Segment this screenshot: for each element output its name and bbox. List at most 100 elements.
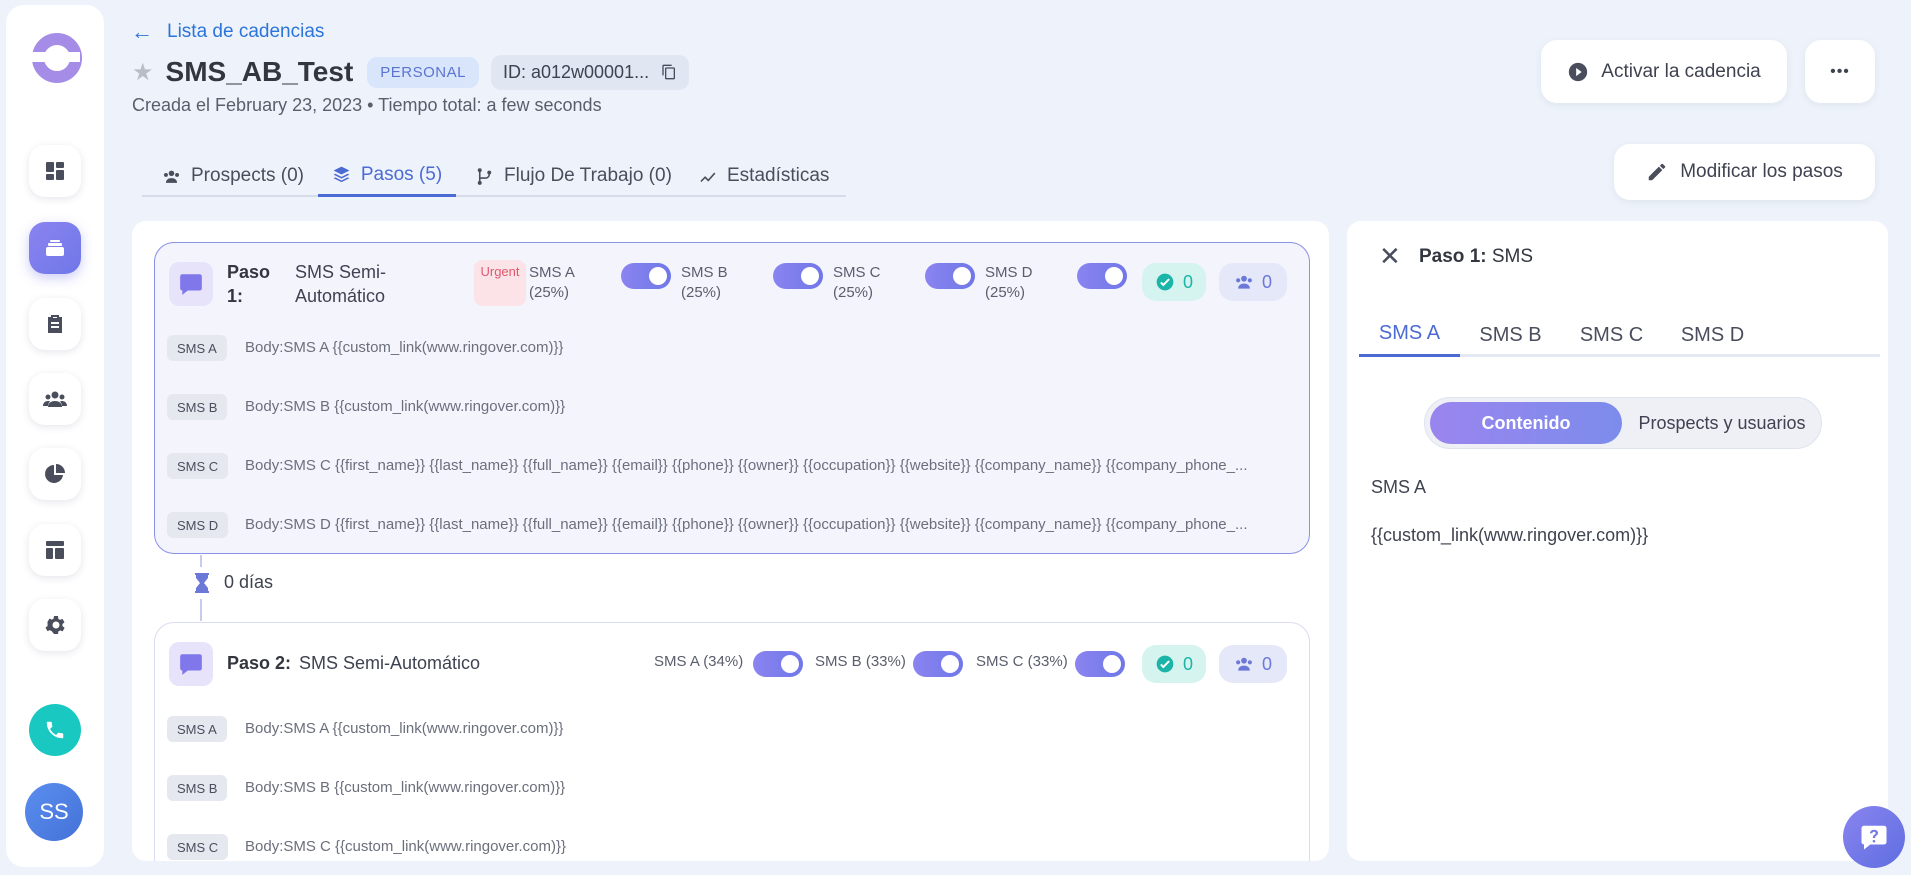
- variant-label: SMS C (33%): [976, 653, 1068, 670]
- variant-toggle-sms-a[interactable]: [621, 263, 671, 289]
- hourglass-icon: [195, 572, 209, 593]
- step-label-word: Paso: [227, 262, 271, 282]
- step-name-line1: SMS Semi-: [295, 262, 387, 282]
- sms-body: Body:SMS A {{custom_link(www.ringover.co…: [245, 339, 564, 356]
- copy-icon[interactable]: [661, 64, 677, 80]
- people-icon: [1236, 657, 1252, 671]
- variant-toggle-sms-d[interactable]: [1077, 263, 1127, 289]
- branch-icon: [477, 167, 492, 185]
- variant-toggle-sms-b[interactable]: [773, 263, 823, 289]
- help-chat-icon[interactable]: [1843, 806, 1905, 868]
- trend-icon: [700, 172, 716, 182]
- id-box: ID: a012w00001...: [490, 54, 690, 90]
- app-logo[interactable]: [30, 33, 82, 83]
- variant-toggle-sms-b[interactable]: [913, 651, 963, 677]
- step-card-2[interactable]: Paso 2: SMS Semi-Automático SMS A (34%) …: [154, 622, 1310, 861]
- sms-body: Body:SMS B {{custom_link(www.ringover.co…: [245, 779, 566, 796]
- prospects-count: 0: [1261, 653, 1272, 674]
- step-label: Paso 1:: [227, 260, 270, 308]
- tab-workflow[interactable]: Flujo De Trabajo (0): [475, 155, 672, 197]
- variant-toggle-sms-c[interactable]: [925, 263, 975, 289]
- sidebar: SS: [6, 5, 104, 867]
- variant-label: SMS A (25%): [529, 263, 575, 303]
- modify-steps-button[interactable]: Modificar los pasos: [1614, 144, 1875, 200]
- cadences-icon[interactable]: [29, 222, 81, 274]
- urgent-badge: Urgent: [474, 260, 526, 306]
- variant-tabs: SMS A SMS B SMS C SMS D: [1359, 313, 1880, 357]
- tasks-icon[interactable]: [29, 298, 81, 350]
- panel-title: Paso 1: SMS: [1419, 246, 1533, 268]
- avatar[interactable]: SS: [25, 783, 83, 841]
- templates-icon[interactable]: [29, 524, 81, 576]
- more-icon: •••: [1830, 62, 1850, 80]
- sms-chip: SMS B: [167, 394, 228, 420]
- page-title: SMS_AB_Test: [165, 56, 354, 87]
- variant-label: SMS D (25%): [985, 263, 1033, 303]
- connector-line: [200, 555, 202, 567]
- sms-chip: SMS B: [167, 775, 228, 801]
- people-icon: [163, 170, 180, 183]
- tab-label: Estadísticas: [727, 165, 830, 186]
- tab-sms-d[interactable]: SMS D: [1662, 313, 1763, 357]
- sms-body: Body:SMS C {{first_name}} {{last_name}} …: [245, 457, 1248, 474]
- arrow-left-icon: ←: [131, 19, 153, 44]
- id-label: ID: a012w00001...: [502, 61, 650, 82]
- sms-content-body: {{custom_link(www.ringover.com)}}: [1371, 525, 1649, 545]
- cadence-tabs: Prospects (0) Pasos (5) Flujo De Trabajo…: [142, 155, 846, 197]
- delay-indicator: 0 días: [194, 572, 273, 593]
- delay-label: 0 días: [224, 572, 274, 592]
- sms-chip: SMS C: [167, 834, 229, 860]
- more-options-button[interactable]: •••: [1805, 40, 1875, 103]
- completed-counter: 0: [1142, 263, 1206, 301]
- step-label-number: 1:: [227, 286, 244, 306]
- tab-sms-c[interactable]: SMS C: [1561, 313, 1662, 357]
- activate-cadence-button[interactable]: Activar la cadencia: [1541, 40, 1787, 103]
- settings-icon[interactable]: [29, 599, 81, 651]
- tab-sms-b[interactable]: SMS B: [1460, 313, 1561, 357]
- variant-name: SMS C: [833, 264, 881, 281]
- personal-badge: PERSONAL: [367, 56, 479, 88]
- step-name: SMS Semi-Automático: [299, 653, 481, 673]
- sms-body: Body:SMS A {{custom_link(www.ringover.co…: [245, 720, 564, 737]
- variant-name: SMS D: [985, 264, 1033, 281]
- people-icon[interactable]: [29, 373, 81, 425]
- tab-steps[interactable]: Pasos (5): [318, 155, 456, 197]
- tab-statistics[interactable]: Estadísticas: [698, 155, 829, 197]
- step-name-line2: Automático: [295, 286, 386, 306]
- sms-body: Body:SMS B {{custom_link(www.ringover.co…: [245, 398, 566, 415]
- variant-name: SMS A: [529, 264, 575, 281]
- message-icon: [169, 262, 213, 306]
- step-card-1[interactable]: Paso 1: SMS Semi- Automático Urgent SMS …: [154, 242, 1310, 554]
- variant-pct: (25%): [985, 284, 1026, 301]
- sms-chip: SMS A: [167, 335, 227, 361]
- check-circle-icon: [1156, 655, 1174, 673]
- prospects-count: 0: [1261, 271, 1272, 292]
- segment-prospects-users[interactable]: Prospects y usuarios: [1625, 402, 1819, 444]
- completed-count: 0: [1182, 653, 1193, 674]
- step-name: SMS Semi- Automático: [295, 260, 386, 308]
- variant-pct: (25%): [529, 284, 570, 301]
- back-link[interactable]: ← Lista de cadencias: [131, 21, 324, 43]
- title-row: ★ SMS_AB_Test PERSONAL ID: a012w00001...: [132, 54, 690, 90]
- variant-toggle-sms-a[interactable]: [753, 651, 803, 677]
- sms-chip: SMS C: [167, 453, 229, 479]
- tab-prospects[interactable]: Prospects (0): [162, 155, 304, 197]
- phone-icon[interactable]: [29, 704, 81, 756]
- segment-content[interactable]: Contenido: [1430, 402, 1622, 444]
- steps-panel: Paso 1: SMS Semi- Automático Urgent SMS …: [132, 221, 1329, 861]
- dashboard-icon[interactable]: [29, 145, 81, 197]
- tab-sms-a[interactable]: SMS A: [1359, 313, 1460, 357]
- check-circle-icon: [1156, 273, 1174, 291]
- close-icon[interactable]: ✕: [1379, 243, 1401, 269]
- star-icon[interactable]: ★: [132, 58, 154, 87]
- activate-cadence-label: Activar la cadencia: [1601, 60, 1761, 82]
- variant-toggle-sms-c[interactable]: [1075, 651, 1125, 677]
- reports-icon[interactable]: [29, 448, 81, 500]
- message-icon: [169, 642, 213, 686]
- people-icon: [1236, 275, 1252, 289]
- completed-counter: 0: [1142, 645, 1206, 683]
- variant-label: SMS A (34%): [654, 653, 744, 670]
- play-circle-icon: [1569, 62, 1588, 81]
- variant-name: SMS B: [681, 264, 728, 281]
- panel-title-step: Paso 1:: [1419, 246, 1487, 267]
